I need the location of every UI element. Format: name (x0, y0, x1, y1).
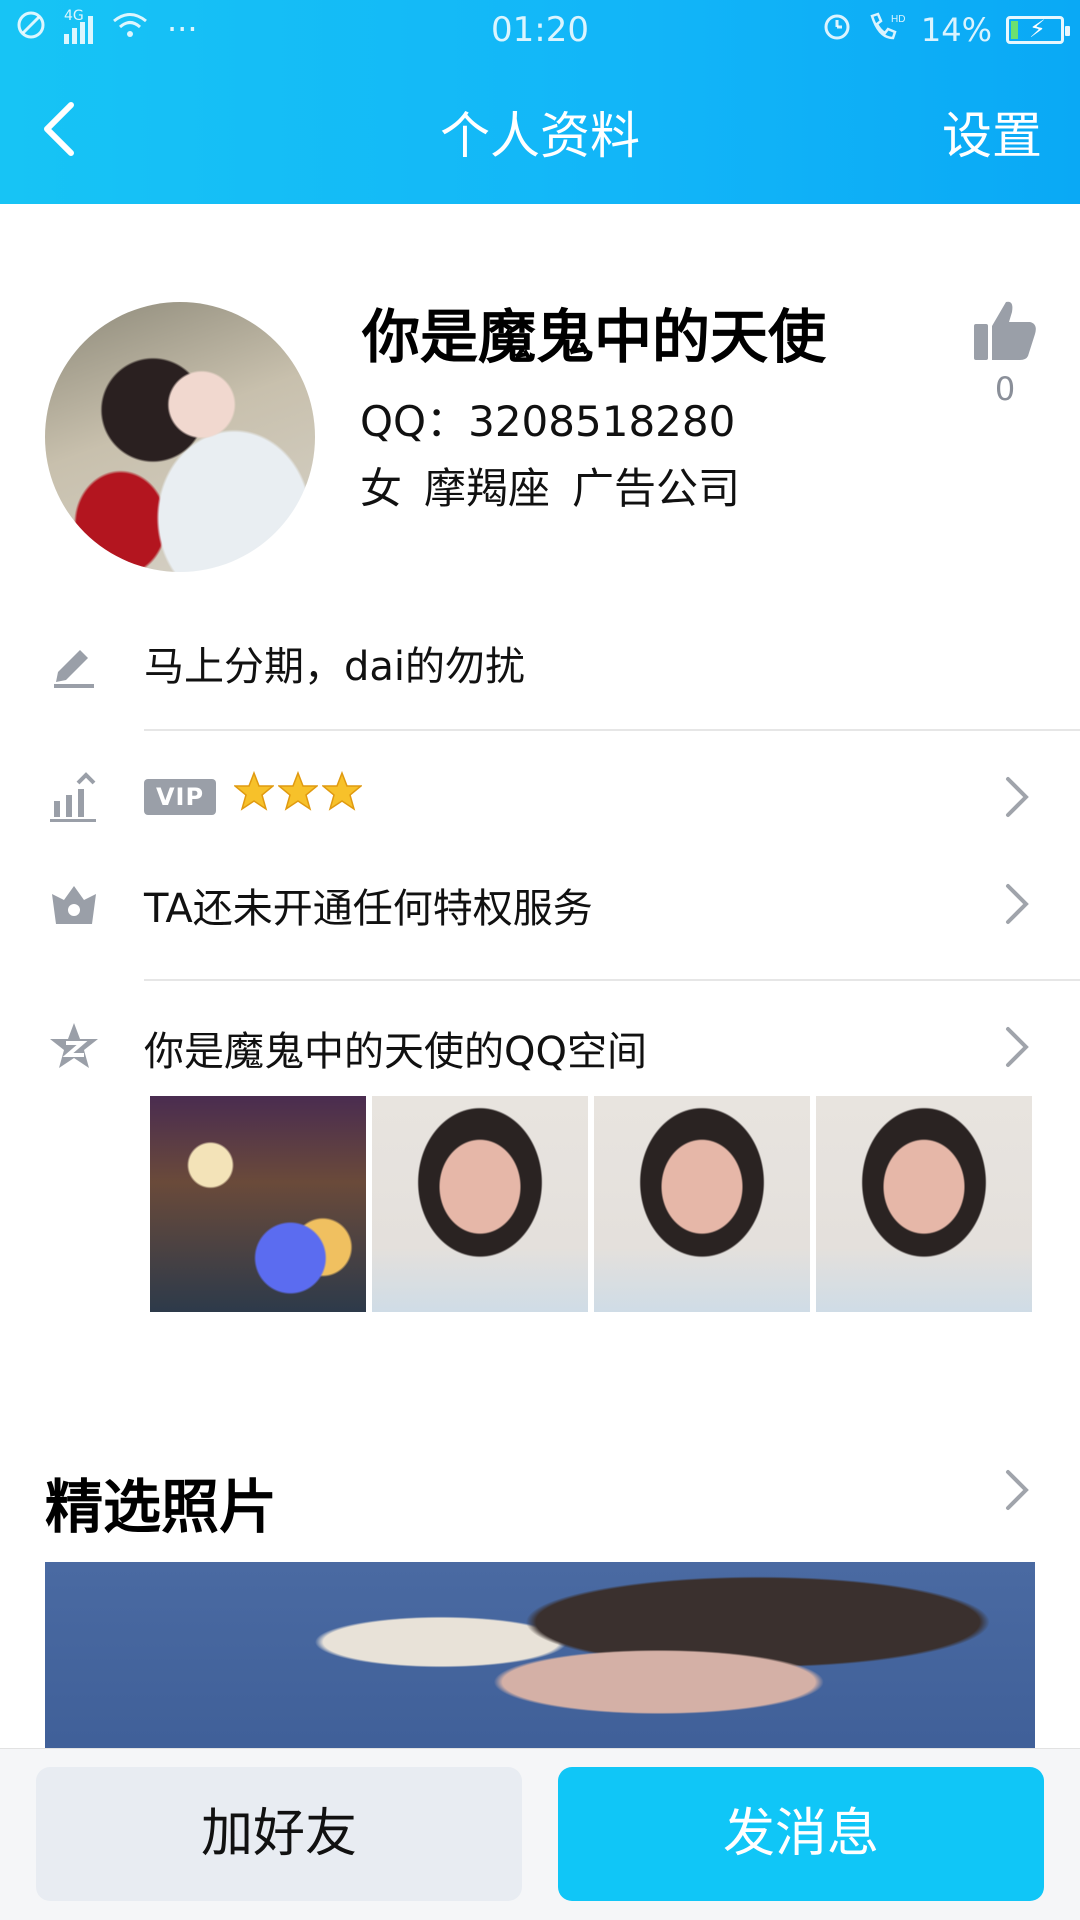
profile-meta: 女 摩羯座 广告公司 (360, 455, 740, 516)
signature-row[interactable]: 马上分期，dai的勿扰 (0, 612, 1080, 712)
add-friend-button[interactable]: 加好友 (36, 1767, 522, 1901)
status-bar: 4G ··· 01:20 HD 14% ⚡ (0, 0, 1080, 60)
privilege-text: TA还未开通任何特权服务 (144, 886, 593, 932)
battery-percent: 14% (920, 11, 992, 49)
like-count: 0 (994, 370, 1016, 408)
qzone-photo[interactable] (594, 1096, 810, 1312)
svg-text:HD: HD (891, 14, 905, 25)
qzone-photo[interactable] (150, 1096, 366, 1312)
avatar[interactable] (45, 302, 315, 572)
qzone-photo[interactable] (372, 1096, 588, 1312)
battery-icon: ⚡ (1006, 15, 1070, 44)
crown-box-icon (52, 886, 96, 924)
qq-number: QQ：3208518280 (360, 397, 736, 446)
profile-name: 你是魔鬼中的天使 (362, 303, 827, 371)
star-icon (278, 771, 318, 811)
divider (144, 729, 1080, 731)
chevron-right-icon (1006, 777, 1029, 817)
zodiac: 摩羯座 (424, 464, 551, 513)
star-icon (234, 771, 274, 811)
chevron-right-icon[interactable] (1002, 1462, 1032, 1518)
featured-photo[interactable] (45, 1562, 1035, 1762)
privilege-row[interactable]: TA还未开通任何特权服务 (0, 854, 1080, 954)
vip-row[interactable]: VIP (0, 747, 1080, 847)
signature-text: 马上分期，dai的勿扰 (144, 644, 526, 690)
hd-call-icon: HD (867, 10, 907, 50)
star-icon (322, 771, 362, 811)
qzone-text: 你是魔鬼中的天使的QQ空间 (144, 1029, 647, 1075)
alarm-icon (821, 10, 853, 50)
navbar: 个人资料 设置 (0, 80, 1080, 180)
vip-badge: VIP (144, 779, 216, 815)
gender: 女 (360, 464, 403, 513)
qzone-star-icon (50, 1023, 98, 1068)
header: 4G ··· 01:20 HD 14% ⚡ 个人资料 设置 (0, 0, 1080, 204)
status-right: HD 14% ⚡ (821, 10, 1070, 50)
page-title: 个人资料 (440, 107, 640, 165)
chevron-right-icon (1006, 1027, 1029, 1067)
divider (144, 979, 1080, 981)
edit-pencil-icon (54, 650, 94, 688)
qzone-thumbnails (150, 1096, 1032, 1312)
level-chart-icon (50, 772, 96, 822)
vip-stars (234, 771, 362, 811)
settings-button[interactable]: 设置 (942, 96, 1042, 168)
featured-photos-title[interactable]: 精选照片 (45, 1460, 277, 1544)
thumbs-up-icon (974, 301, 1036, 360)
send-message-button[interactable]: 发消息 (558, 1767, 1044, 1901)
qzone-photo[interactable] (816, 1096, 1032, 1312)
like-button[interactable]: 0 (970, 298, 1040, 408)
occupation: 广告公司 (572, 464, 741, 513)
qzone-row[interactable]: 你是魔鬼中的天使的QQ空间 (0, 997, 1080, 1097)
chevron-right-icon (1006, 884, 1029, 924)
bottom-action-bar: 加好友 发消息 (0, 1748, 1080, 1920)
